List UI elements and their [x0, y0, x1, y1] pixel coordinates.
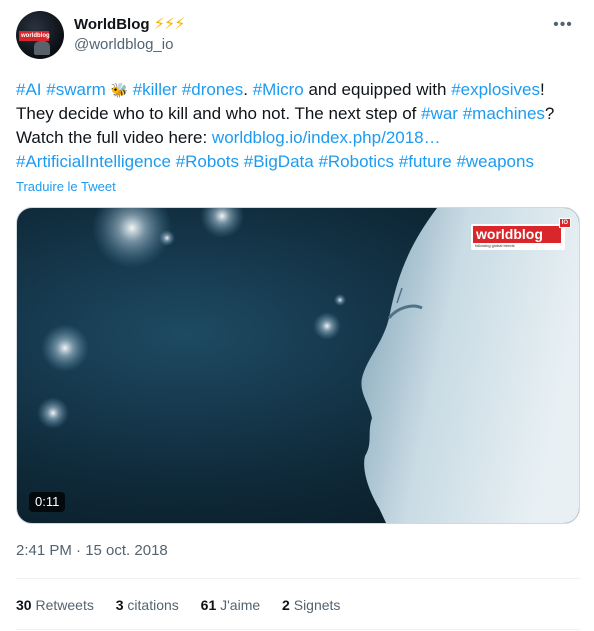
quotes-stat[interactable]: 3 citations — [116, 595, 179, 615]
text-segment: . — [243, 80, 253, 99]
author-names: WorldBlog ⚡⚡⚡ @worldblog_io — [74, 15, 186, 55]
hashtag-robotics[interactable]: #Robotics — [318, 152, 394, 171]
tweet-line-3: Watch the full video here: worldblog.io/… — [16, 126, 582, 150]
video-duration-badge: 0:11 — [29, 492, 66, 512]
author-handle[interactable]: @worldblog_io — [74, 35, 184, 55]
lightning-icon: ⚡⚡⚡ — [153, 16, 186, 33]
bee-icon: 🐝 — [110, 82, 128, 98]
hashtag-machines[interactable]: #machines — [463, 104, 545, 123]
retweets-count: 30 — [16, 597, 32, 613]
worldblog-watermark-logo: worldblog IO following global trends — [471, 218, 571, 250]
retweets-stat[interactable]: 30 Retweets — [16, 595, 94, 615]
text-segment: and equipped with — [303, 80, 452, 99]
tweet-line-2: They decide who to kill and who not. The… — [16, 102, 582, 126]
tweet-line-4: #ArtificialIntelligence #Robots #BigData… — [16, 150, 582, 174]
light-flare — [200, 208, 244, 238]
hashtag-weapons[interactable]: #weapons — [456, 152, 534, 171]
avatar-figure — [34, 41, 50, 55]
light-flare — [159, 230, 175, 246]
avatar[interactable]: worldblog — [16, 11, 64, 59]
retweets-label: Retweets — [35, 597, 94, 613]
tweet-timestamp[interactable]: 2:41 PM · 15 oct. 2018 — [16, 541, 168, 561]
tweet-header: worldblog WorldBlog ⚡⚡⚡ @worldblog_io ••… — [16, 11, 578, 63]
bookmarks-stat[interactable]: 2 Signets — [282, 595, 340, 615]
light-flare — [313, 312, 341, 340]
text-segment: ! — [540, 80, 545, 99]
watermark-logo-tagline: following global trends — [475, 243, 515, 248]
likes-count: 61 — [200, 597, 217, 613]
bookmarks-label: Signets — [293, 597, 341, 613]
likes-label: J'aime — [220, 597, 261, 613]
watermark-logo-text: worldblog — [473, 226, 561, 243]
hashtag-ai[interactable]: #AI — [16, 80, 42, 99]
tweet: worldblog WorldBlog ⚡⚡⚡ @worldblog_io ••… — [0, 0, 594, 631]
bookmarks-count: 2 — [282, 597, 290, 613]
text-segment: They decide who to kill and who not. The… — [16, 104, 422, 123]
watermark-logo-io: IO — [558, 218, 571, 228]
author-display-name[interactable]: WorldBlog ⚡⚡⚡ — [74, 15, 186, 35]
translate-link[interactable]: Traduire le Tweet — [16, 179, 116, 195]
video-thumbnail — [37, 208, 579, 523]
more-options-icon[interactable]: ••• — [552, 17, 574, 39]
quotes-label: citations — [127, 597, 179, 613]
light-flare — [334, 294, 346, 306]
light-flare — [37, 397, 69, 429]
divider — [16, 629, 580, 630]
author-name-text: WorldBlog — [74, 16, 150, 33]
tweet-stats: 30 Retweets 3 citations 61 J'aime 2 Sign… — [16, 595, 358, 615]
light-flare — [41, 324, 89, 372]
hashtag-future[interactable]: #future — [399, 152, 452, 171]
tweet-line-1: #AI #swarm 🐝 #killer #drones. #Micro and… — [16, 78, 582, 102]
hashtag-micro[interactable]: #Micro — [253, 80, 304, 99]
hashtag-war[interactable]: #war — [421, 104, 458, 123]
tweet-text: #AI #swarm 🐝 #killer #drones. #Micro and… — [16, 78, 582, 174]
quotes-count: 3 — [115, 597, 124, 613]
text-segment: ? — [544, 104, 555, 123]
hashtag-explosives[interactable]: #explosives — [451, 80, 540, 99]
hashtag-drones[interactable]: #drones — [182, 80, 243, 99]
hashtag-bigdata[interactable]: #BigData — [244, 152, 314, 171]
text-segment: Watch the full video here: — [16, 128, 212, 147]
hashtag-robots[interactable]: #Robots — [176, 152, 239, 171]
divider — [16, 578, 580, 579]
robot-face — [361, 208, 579, 523]
video-player[interactable]: worldblog IO following global trends 0:1… — [16, 207, 580, 524]
hashtag-artificialintelligence[interactable]: #ArtificialIntelligence — [16, 152, 171, 171]
hashtag-swarm[interactable]: #swarm — [46, 80, 106, 99]
video-link[interactable]: worldblog.io/index.php/2018… — [212, 128, 441, 147]
avatar-logo: worldblog — [19, 31, 50, 41]
likes-stat[interactable]: 61 J'aime — [201, 595, 261, 615]
hashtag-killer[interactable]: #killer — [133, 80, 177, 99]
